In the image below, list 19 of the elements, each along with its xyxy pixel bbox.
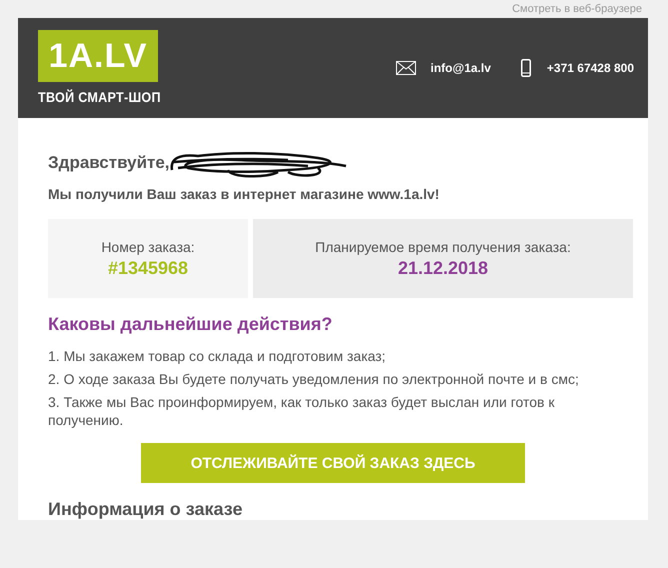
logo[interactable]: 1A.LV — [38, 30, 158, 82]
order-number: #1345968 — [108, 258, 188, 278]
greeting: Здравствуйте, — [48, 153, 170, 173]
step-text: 3. Также мы Вас проинформируем, как только заказ будет выслан или готов к получению. — [48, 393, 556, 429]
step-text: 1. Мы закажем товар со склада и подготовим заказ; — [48, 347, 387, 365]
email-text[interactable]: info@1a.lv — [430, 61, 491, 75]
track-order-button[interactable]: ОТСЛЕЖИВАЙТЕ СВОЙ ЗАКАЗ ЗДЕСЬ — [141, 443, 525, 483]
section-title: Каковы дальнейшие действия? — [48, 314, 334, 335]
step-text: 2. О ходе заказа Вы будете получать уведомления по электронной почте и в смс; — [48, 370, 580, 388]
section-title: Информация о заказе — [48, 499, 244, 520]
tagline: ТВОЙ СМАРТ-ШОП — [38, 89, 161, 105]
intro-text: Мы получили Ваш заказ в интернет магазине www.1a.lv! — [48, 186, 440, 202]
web-view-link[interactable]: Смотреть в веб-браузере — [512, 3, 642, 15]
envelope-icon — [396, 61, 416, 75]
phone-icon — [520, 59, 531, 77]
phone-text[interactable]: +371 67428 800 — [546, 61, 634, 75]
delivery-date-label: Планируемое время получения заказа: — [315, 238, 571, 254]
delivery-date: 21.12.2018 — [398, 258, 488, 278]
order-number-label: Номер заказа: — [101, 238, 195, 254]
